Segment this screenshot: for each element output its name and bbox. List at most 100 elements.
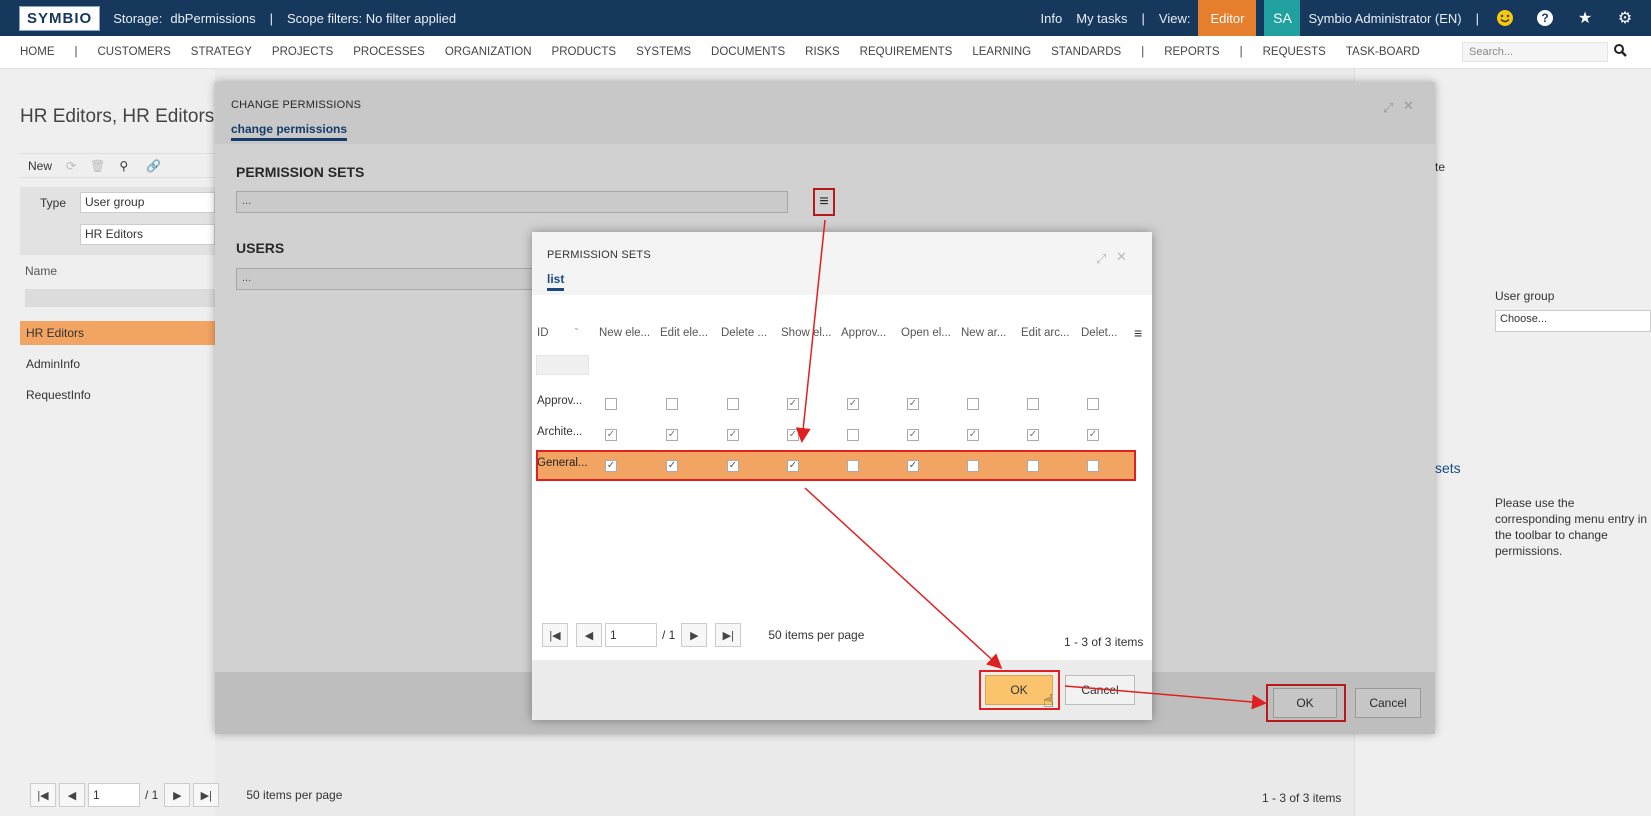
checkbox-checked[interactable]: ✓ — [1087, 429, 1099, 441]
main-nav: HOME | CUSTOMERS STRATEGY PROJECTS PROCE… — [0, 36, 1651, 69]
nav-strategy[interactable]: STRATEGY — [191, 46, 252, 58]
checkbox-checked[interactable]: ✓ — [967, 429, 979, 441]
nav-separator: | — [1239, 46, 1243, 58]
nav-standards[interactable]: STANDARDS — [1051, 46, 1121, 58]
storage-value[interactable]: dbPermissions — [170, 11, 255, 26]
close-icon[interactable]: ✕ — [1116, 249, 1127, 265]
first-page-button[interactable]: |◀ — [542, 623, 568, 647]
col-delete-archive[interactable]: Delet... — [1081, 327, 1117, 339]
symbio-logo[interactable]: SYMBIO — [18, 5, 101, 31]
view-editor-button[interactable]: Editor — [1198, 0, 1257, 36]
col-sort-icon[interactable]: ˇ — [575, 327, 578, 337]
column-menu-icon[interactable]: ≡ — [1134, 325, 1142, 341]
items-per-page[interactable]: 50 items per page — [246, 788, 342, 802]
prev-page-button[interactable]: ◀ — [59, 783, 85, 807]
user-group-select[interactable]: Choose... — [1495, 310, 1651, 332]
nav-processes[interactable]: PROCESSES — [353, 46, 425, 58]
user-name[interactable]: Symbio Administrator (EN) — [1308, 11, 1461, 26]
page-number-input[interactable]: 1 — [88, 783, 140, 807]
checkbox-unchecked[interactable] — [1027, 398, 1039, 410]
hierarchy-icon[interactable]: ⚲ — [119, 159, 128, 173]
search-icon[interactable] — [1614, 44, 1627, 60]
gear-settings-icon[interactable]: ⚙ — [1615, 8, 1635, 28]
col-edit-archive[interactable]: Edit arc... — [1021, 327, 1070, 339]
nav-task-board[interactable]: TASK-BOARD — [1346, 46, 1420, 58]
page-number-input[interactable]: 1 — [605, 623, 657, 647]
nav-products[interactable]: PRODUCTS — [552, 46, 617, 58]
info-link[interactable]: Info — [1041, 11, 1063, 26]
checkbox-checked[interactable]: ✓ — [605, 429, 617, 441]
next-page-button[interactable]: ▶ — [681, 623, 708, 647]
checkbox-checked[interactable]: ✓ — [1027, 429, 1039, 441]
checkbox-unchecked[interactable] — [967, 398, 979, 410]
link-icon[interactable]: 🔗 — [146, 159, 161, 173]
help-icon[interactable]: ? — [1535, 8, 1555, 28]
checkbox-unchecked[interactable] — [847, 429, 859, 441]
page-title: HR Editors, HR Editors — [20, 106, 215, 127]
col-edit-elements[interactable]: Edit ele... — [660, 327, 708, 339]
col-approve[interactable]: Approv... — [841, 327, 886, 339]
col-delete[interactable]: Delete ... — [721, 327, 767, 339]
table-row[interactable]: Approv... ✓ ✓ ✓ — [536, 388, 1134, 417]
checkbox-unchecked[interactable] — [666, 398, 678, 410]
list-item[interactable]: AdminInfo — [20, 352, 215, 376]
last-page-button[interactable]: ▶| — [715, 623, 742, 647]
refresh-icon[interactable]: ⟳ — [66, 159, 76, 173]
nav-requirements[interactable]: REQUIREMENTS — [860, 46, 953, 58]
items-per-page[interactable]: 50 items per page — [768, 628, 864, 642]
checkbox-checked[interactable]: ✓ — [907, 398, 919, 410]
maximize-icon[interactable]: ⤢ — [1096, 251, 1106, 267]
checkbox-checked[interactable]: ✓ — [847, 398, 859, 410]
star-favorites-icon[interactable]: ★ — [1575, 8, 1595, 28]
smiley-feedback-icon[interactable] — [1495, 8, 1515, 28]
nav-projects[interactable]: PROJECTS — [272, 46, 333, 58]
nav-home[interactable]: HOME — [20, 46, 55, 58]
checkbox-unchecked[interactable] — [605, 398, 617, 410]
list-item[interactable]: RequestInfo — [20, 383, 215, 407]
id-filter-input[interactable] — [536, 355, 589, 375]
cancel-button[interactable]: Cancel — [1065, 675, 1135, 705]
last-page-button[interactable]: ▶| — [193, 783, 220, 807]
my-tasks-link[interactable]: My tasks — [1076, 11, 1127, 26]
user-group-label: User group — [1495, 289, 1555, 303]
col-new-archive[interactable]: New ar... — [961, 327, 1006, 339]
prev-page-button[interactable]: ◀ — [576, 623, 602, 647]
page-total: / 1 — [145, 788, 159, 802]
group-name-input[interactable]: HR Editors — [80, 224, 215, 245]
nav-reports[interactable]: REPORTS — [1164, 46, 1219, 58]
new-button[interactable]: New — [28, 159, 52, 173]
name-column-header[interactable]: Name — [25, 264, 57, 278]
nav-customers[interactable]: CUSTOMERS — [98, 46, 171, 58]
col-new-elements[interactable]: New ele... — [599, 327, 650, 339]
checkbox-checked[interactable]: ✓ — [727, 429, 739, 441]
checkbox-checked[interactable]: ✓ — [666, 429, 678, 441]
tab-list[interactable]: list — [547, 272, 565, 291]
col-show-elements[interactable]: Show el... — [781, 327, 832, 339]
col-open-elements[interactable]: Open el... — [901, 327, 951, 339]
nav-systems[interactable]: SYSTEMS — [636, 46, 691, 58]
type-select[interactable]: User group — [80, 192, 215, 213]
search-input[interactable]: Search... — [1462, 42, 1608, 62]
checkbox-checked[interactable]: ✓ — [907, 429, 919, 441]
page-total: / 1 — [662, 628, 676, 642]
nav-organization[interactable]: ORGANIZATION — [445, 46, 532, 58]
next-page-button[interactable]: ▶ — [164, 783, 191, 807]
first-page-button[interactable]: |◀ — [30, 783, 56, 807]
col-id[interactable]: ID — [537, 327, 549, 339]
name-filter-input[interactable] — [25, 289, 215, 307]
nav-requests[interactable]: REQUESTS — [1263, 46, 1326, 58]
scope-filter-text[interactable]: Scope filters: No filter applied — [287, 11, 456, 26]
list-item[interactable]: HR Editors — [20, 321, 215, 345]
checkbox-unchecked[interactable] — [1087, 398, 1099, 410]
nav-risks[interactable]: RISKS — [805, 46, 840, 58]
storage-label: Storage: — [113, 10, 163, 26]
nav-learning[interactable]: LEARNING — [972, 46, 1031, 58]
checkbox-checked[interactable]: ✓ — [787, 429, 799, 441]
trash-icon[interactable]: 🗑 — [90, 159, 105, 173]
nav-documents[interactable]: DOCUMENTS — [711, 46, 785, 58]
table-row[interactable]: Archite... ✓ ✓ ✓ ✓ ✓ ✓ ✓ ✓ — [536, 419, 1134, 448]
user-avatar[interactable]: SA — [1264, 0, 1301, 36]
page-toolbar: New ⟳ 🗑 ⚲ 🔗 — [20, 153, 215, 178]
checkbox-checked[interactable]: ✓ — [787, 398, 799, 410]
checkbox-unchecked[interactable] — [727, 398, 739, 410]
